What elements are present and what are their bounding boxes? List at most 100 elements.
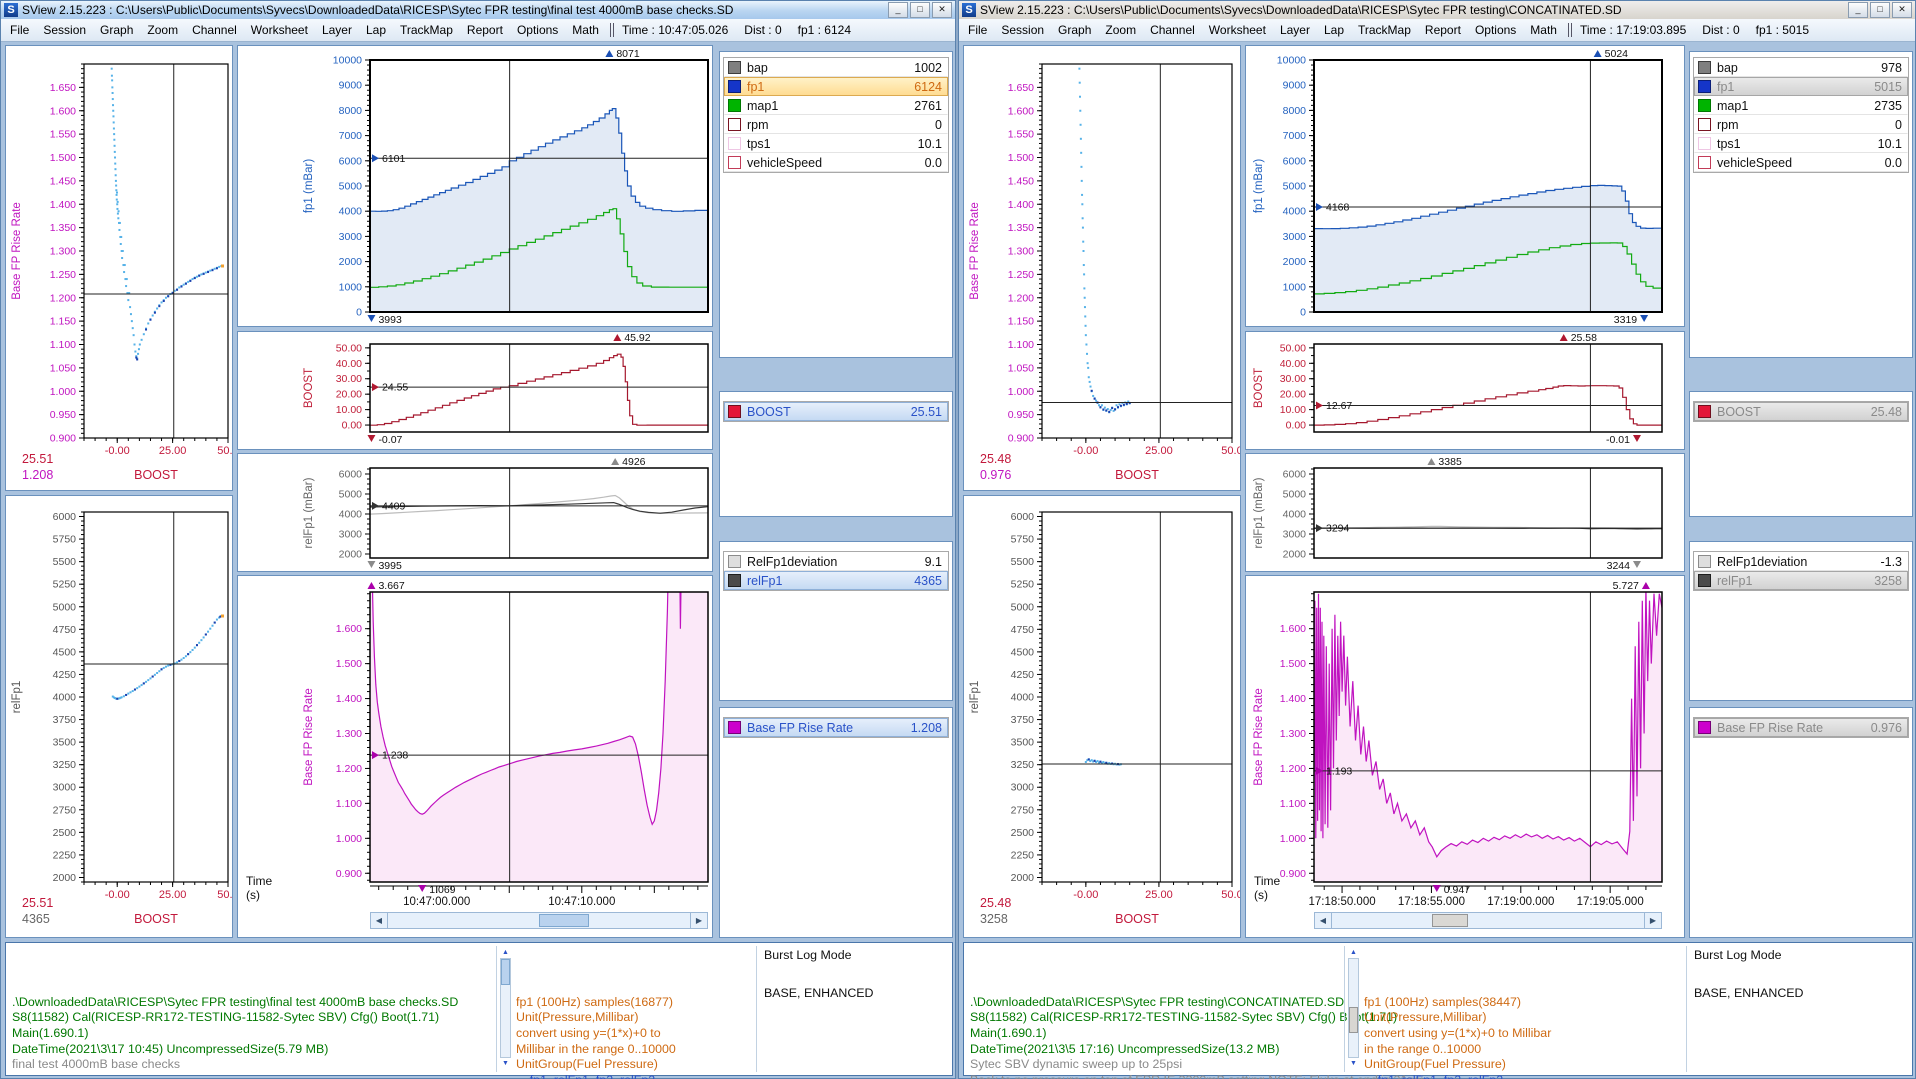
menu-item[interactable]: Channel: [185, 21, 244, 39]
time-scrollbar[interactable]: ◀ ▶: [370, 912, 708, 929]
scrollbar-thumb[interactable]: [1432, 914, 1468, 927]
menu-item[interactable]: Layer: [315, 21, 359, 39]
channel-name: vehicleSpeed: [747, 156, 925, 170]
legend-row[interactable]: RelFp1deviation -1.3: [1694, 552, 1908, 571]
menu-item[interactable]: Math: [1523, 21, 1564, 39]
scatter-plot[interactable]: 2000225025002750300032503500375040004250…: [6, 496, 232, 937]
menu-item[interactable]: Math: [565, 21, 606, 39]
scatter-plot[interactable]: 2000225025002750300032503500375040004250…: [964, 496, 1240, 937]
menu-item[interactable]: File: [3, 21, 36, 39]
scroll-left-icon[interactable]: ◀: [370, 912, 388, 929]
scrollbar-track[interactable]: [1332, 912, 1644, 929]
scroll-up-icon[interactable]: ▲: [500, 947, 511, 958]
menu-item[interactable]: Session: [994, 21, 1051, 39]
channel-swatch-icon: [1698, 156, 1711, 169]
legend-row[interactable]: Base FP Rise Rate 0.976: [1694, 718, 1908, 737]
menu-item[interactable]: Zoom: [1098, 21, 1143, 39]
legend-row[interactable]: bap 1002: [724, 58, 948, 77]
menu-item[interactable]: Lap: [1317, 21, 1351, 39]
legend-row[interactable]: tps1 10.1: [1694, 134, 1908, 153]
legend-row[interactable]: fp1 5015: [1694, 77, 1908, 96]
log-line: DateTime(2021\3\17 10:45) UncompressedSi…: [12, 1042, 490, 1058]
titlebar-left[interactable]: S SView 2.15.223 : C:\Users\Public\Docum…: [1, 1, 955, 19]
window-right: S SView 2.15.223 : C:\Users\Public\Docum…: [958, 0, 1916, 1079]
channel-info-scrollbar[interactable]: ▲ ▼: [500, 947, 511, 1069]
legend-row[interactable]: fp1 6124: [724, 77, 948, 96]
close-button[interactable]: ✕: [932, 2, 952, 18]
scroll-left-icon[interactable]: ◀: [1314, 912, 1332, 929]
legend-row[interactable]: map1 2735: [1694, 96, 1908, 115]
time-series-plot[interactable]: 0100020003000400050006000700080009000100…: [1246, 46, 1684, 326]
time-series-plot[interactable]: 20003000400050006000492644093995relFp1 (…: [238, 454, 712, 571]
boost-legend-panel: BOOST 25.51: [719, 391, 953, 517]
menu-item[interactable]: Channel: [1143, 21, 1202, 39]
svg-text:50.0: 50.0: [217, 889, 232, 901]
time-series-plot[interactable]: 20003000400050006000338532943244relFp1 (…: [1246, 454, 1684, 571]
menu-item[interactable]: TrackMap: [393, 21, 460, 39]
scrollbar-thumb[interactable]: [1349, 1007, 1358, 1033]
close-button[interactable]: ✕: [1892, 2, 1912, 18]
scrollbar-track[interactable]: [388, 912, 690, 929]
legend-row[interactable]: Base FP Rise Rate 1.208: [724, 718, 948, 737]
scrollbar-thumb[interactable]: [501, 959, 510, 985]
scroll-right-icon[interactable]: ▶: [1644, 912, 1662, 929]
window-title: SView 2.15.223 : C:\Users\Public\Documen…: [980, 3, 1622, 17]
scroll-right-icon[interactable]: ▶: [690, 912, 708, 929]
legend-row[interactable]: RelFp1deviation 9.1: [724, 552, 948, 571]
menu-item[interactable]: TrackMap: [1351, 21, 1418, 39]
svg-text:-0.00: -0.00: [105, 889, 130, 901]
legend-row[interactable]: relFp1 3258: [1694, 571, 1908, 590]
scatter-plot[interactable]: 0.9000.9501.0001.0501.1001.1501.2001.250…: [6, 46, 232, 490]
legend-row[interactable]: rpm 0: [724, 115, 948, 134]
legend-row[interactable]: vehicleSpeed 0.0: [724, 153, 948, 172]
legend-row[interactable]: bap 978: [1694, 58, 1908, 77]
scroll-down-icon[interactable]: ▼: [500, 1058, 511, 1069]
scrollbar-thumb[interactable]: [539, 914, 589, 927]
menu-item[interactable]: Zoom: [140, 21, 185, 39]
menu-item[interactable]: File: [961, 21, 994, 39]
menu-item[interactable]: Report: [460, 21, 510, 39]
minimize-button[interactable]: _: [1848, 2, 1868, 18]
scrollbar-track[interactable]: [500, 958, 511, 1058]
time-series-plot[interactable]: 0.9001.0001.1001.2001.3001.4001.5001.600…: [238, 576, 712, 937]
channel-info-scrollbar[interactable]: ▲ ▼: [1348, 947, 1359, 1069]
scroll-down-icon[interactable]: ▼: [1348, 1058, 1359, 1069]
time-series-plot[interactable]: 0.9001.0001.1001.2001.3001.4001.5001.600…: [1246, 576, 1684, 937]
legend-row[interactable]: vehicleSpeed 0.0: [1694, 153, 1908, 172]
time-series-plot[interactable]: 0.0010.0020.0030.0040.0050.0045.9224.55-…: [238, 332, 712, 449]
legend-row[interactable]: BOOST 25.51: [724, 402, 948, 421]
menu-item[interactable]: Layer: [1273, 21, 1317, 39]
time-scrollbar[interactable]: ◀ ▶: [1314, 912, 1662, 929]
maximize-button[interactable]: □: [910, 2, 930, 18]
menu-item[interactable]: Worksheet: [1202, 21, 1273, 39]
menu-item[interactable]: Graph: [93, 21, 140, 39]
menu-item[interactable]: Options: [510, 21, 565, 39]
channel-value: -1.3: [1880, 555, 1902, 569]
legend-row[interactable]: relFp1 4365: [724, 571, 948, 590]
legend-row[interactable]: BOOST 25.48: [1694, 402, 1908, 421]
channel-info-line: convert using y=(1*x)+0 to: [516, 1026, 752, 1042]
plot-boost: 0.0010.0020.0030.0040.0050.0025.5812.67-…: [1245, 331, 1685, 450]
channel-swatch-icon: [728, 118, 741, 131]
menu-item[interactable]: Graph: [1051, 21, 1098, 39]
channel-swatch-icon: [728, 721, 741, 734]
svg-text:4750: 4750: [53, 624, 77, 636]
menu-item[interactable]: Worksheet: [244, 21, 315, 39]
minimize-button[interactable]: _: [888, 2, 908, 18]
menu-item[interactable]: Report: [1418, 21, 1468, 39]
scrollbar-track[interactable]: [1348, 958, 1359, 1058]
maximize-button[interactable]: □: [1870, 2, 1890, 18]
time-series-plot[interactable]: 0.0010.0020.0030.0040.0050.0025.5812.67-…: [1246, 332, 1684, 449]
menu-item[interactable]: Options: [1468, 21, 1523, 39]
legend-row[interactable]: rpm 0: [1694, 115, 1908, 134]
legend-row[interactable]: map1 2761: [724, 96, 948, 115]
titlebar-right[interactable]: S SView 2.15.223 : C:\Users\Public\Docum…: [959, 1, 1915, 19]
scroll-up-icon[interactable]: ▲: [1348, 947, 1359, 958]
menu-item[interactable]: Lap: [359, 21, 393, 39]
menu-item[interactable]: Session: [36, 21, 93, 39]
log-line: Sytec SBV dynamic sweep up to 25psi: [970, 1057, 1342, 1073]
legend-row[interactable]: tps1 10.1: [724, 134, 948, 153]
svg-text:-0.00: -0.00: [105, 445, 130, 457]
time-series-plot[interactable]: 0100020003000400050006000700080009000100…: [238, 46, 712, 326]
scatter-plot[interactable]: 0.9000.9501.0001.0501.1001.1501.2001.250…: [964, 46, 1240, 490]
